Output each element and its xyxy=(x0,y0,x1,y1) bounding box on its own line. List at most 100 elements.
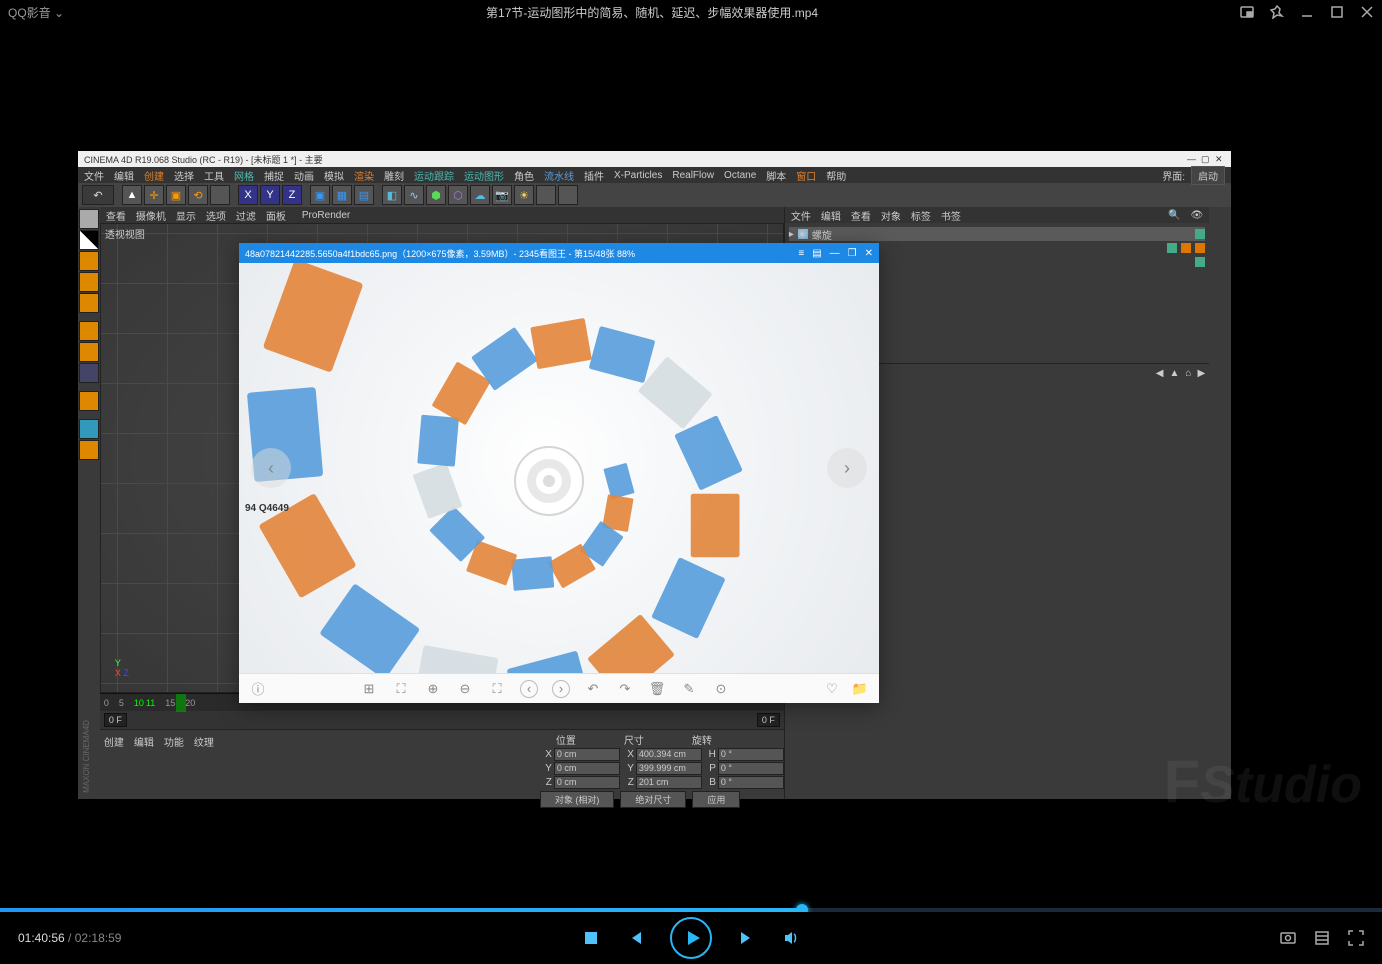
attr-nav-home-icon[interactable]: ⌂ xyxy=(1185,368,1191,382)
spiral-artwork xyxy=(239,263,879,673)
poly-mode[interactable] xyxy=(79,363,99,383)
mode-toolbar xyxy=(78,207,100,799)
attr-nav-prev-icon[interactable]: ◀ xyxy=(1156,368,1164,382)
prorender-label: ProRender xyxy=(302,210,350,221)
coordinates-panel: 位置 尺寸 旋转 X0 cmX400.394 cmH0 ° Y0 cmY399.… xyxy=(540,732,784,799)
screenshot-button[interactable] xyxy=(1280,930,1296,946)
iv-rotleft-icon[interactable]: ↶ xyxy=(584,680,602,698)
uv-mode[interactable] xyxy=(79,419,99,439)
floor-button[interactable] xyxy=(536,185,556,205)
c4d-menubar: 文件 编辑 创建 选择 工具 网格 捕捉 动画 模拟 渲染 雕刻 运动跟踪 运动… xyxy=(78,167,1231,183)
iv-toolbar: ⓘ ⊞ ⛶ ⊕ ⊖ ⛶ ‹ › ↶ ↷ 🗑 ✎ ⊙ ♡ 📁 xyxy=(239,673,879,703)
iv-next-button[interactable]: › xyxy=(827,448,867,488)
iv-restore-icon[interactable]: ❐ xyxy=(848,248,857,259)
iv-zoomout-icon[interactable]: ⊖ xyxy=(456,680,474,698)
last-tool[interactable] xyxy=(210,185,230,205)
scale-tool[interactable]: ▣ xyxy=(166,185,186,205)
coord-mode-combo[interactable]: 对象 (相对) xyxy=(540,791,615,808)
iv-prev-button[interactable]: ‹ xyxy=(251,448,291,488)
obj-row-spiral[interactable]: ▸ ◉ 螺旋 xyxy=(789,227,1205,241)
y-axis-toggle[interactable]: Y xyxy=(260,185,280,205)
prev-track-button[interactable] xyxy=(626,929,644,947)
settings-button[interactable] xyxy=(1314,930,1330,946)
iv-rotright-icon[interactable]: ↷ xyxy=(616,680,634,698)
iv-zoomin-icon[interactable]: ⊕ xyxy=(424,680,442,698)
cube-primitive-button[interactable]: ◧ xyxy=(382,185,402,205)
point-mode[interactable] xyxy=(79,321,99,341)
iv-opt-icon[interactable]: ▤ xyxy=(812,248,821,259)
deformer-button[interactable]: ⬡ xyxy=(448,185,468,205)
c4d-close-icon[interactable]: ✕ xyxy=(1215,154,1225,164)
attr-nav-up-icon[interactable]: ▲ xyxy=(1169,368,1179,382)
iv-heart-icon[interactable]: ♡ xyxy=(823,680,841,698)
right-toolbar xyxy=(1209,207,1231,799)
rotate-tool[interactable]: ⟲ xyxy=(188,185,208,205)
next-track-button[interactable] xyxy=(738,929,756,947)
render-pv-button[interactable]: ▦ xyxy=(332,185,352,205)
select-tool[interactable]: ▲ xyxy=(122,185,142,205)
frame-current[interactable]: 0 F xyxy=(757,713,780,727)
stop-button[interactable] xyxy=(582,929,600,947)
layout-label: 界面: xyxy=(1162,168,1185,183)
iv-fit-icon[interactable]: ⛶ xyxy=(392,680,410,698)
object-mode[interactable] xyxy=(79,272,99,292)
frame-start[interactable]: 0 F xyxy=(104,713,127,727)
play-button[interactable] xyxy=(670,917,712,959)
iv-min-icon[interactable]: — xyxy=(830,248,840,259)
iv-edit-icon[interactable]: ✎ xyxy=(680,680,698,698)
x-axis-toggle[interactable]: X xyxy=(238,185,258,205)
camera-button[interactable]: 📷 xyxy=(492,185,512,205)
env-button[interactable]: ☁ xyxy=(470,185,490,205)
fullscreen-button[interactable] xyxy=(1348,930,1364,946)
coord-apply-button[interactable]: 应用 xyxy=(692,791,740,808)
iv-menu-icon[interactable]: ≡ xyxy=(798,248,804,259)
iv-info-icon[interactable]: ⓘ xyxy=(249,680,267,698)
iv-watermark: 94 Q4649 xyxy=(245,503,289,514)
layout-combo[interactable]: 启动 xyxy=(1191,166,1225,185)
pin-icon[interactable] xyxy=(1270,5,1284,19)
model-mode[interactable] xyxy=(79,209,99,229)
iv-fullscreen-icon[interactable]: ⛶ xyxy=(488,680,506,698)
iv-prev2-button[interactable]: ‹ xyxy=(520,680,538,698)
video-title: 第17节-运动图形中的简易、随机、延迟、步幅效果器使用.mp4 xyxy=(64,4,1240,21)
snap-toggle[interactable] xyxy=(79,391,99,411)
spline-button[interactable]: ∿ xyxy=(404,185,424,205)
generator-button[interactable]: ⬢ xyxy=(426,185,446,205)
workplane-mode[interactable] xyxy=(79,251,99,271)
close-icon[interactable] xyxy=(1360,5,1374,19)
search-icon[interactable]: 🔍 xyxy=(1168,210,1180,221)
iv-folder-icon[interactable]: 📁 xyxy=(851,680,869,698)
iv-image-area[interactable]: ‹ › 94 Q4649 xyxy=(239,263,879,673)
iv-more-icon[interactable]: ⊙ xyxy=(712,680,730,698)
eye-icon[interactable]: 👁 xyxy=(1190,210,1203,221)
dropdown-icon[interactable]: ⌄ xyxy=(51,6,64,20)
axis-mode[interactable] xyxy=(79,293,99,313)
attr-nav-next-icon[interactable]: ▶ xyxy=(1197,368,1205,382)
uv-mode2[interactable] xyxy=(79,440,99,460)
video-watermark: FStudio xyxy=(1164,747,1362,816)
coord-size-combo[interactable]: 绝对尺寸 xyxy=(620,791,686,808)
undo-button[interactable]: ↶ xyxy=(82,185,114,205)
volume-button[interactable] xyxy=(782,929,800,947)
texture-mode[interactable] xyxy=(79,230,99,250)
c4d-maximize-icon[interactable]: ▢ xyxy=(1201,154,1211,164)
iv-close-icon[interactable]: ✕ xyxy=(865,248,873,259)
render-settings-button[interactable]: ▤ xyxy=(354,185,374,205)
light-button[interactable]: ☀ xyxy=(514,185,534,205)
pip-icon[interactable] xyxy=(1240,5,1254,19)
tag-button[interactable] xyxy=(558,185,578,205)
edge-mode[interactable] xyxy=(79,342,99,362)
render-button[interactable]: ▣ xyxy=(310,185,330,205)
iv-delete-icon[interactable]: 🗑 xyxy=(648,680,666,698)
iv-next2-button[interactable]: › xyxy=(552,680,570,698)
iv-title-text: 48a07821442285.5650a4f1bdc65.png（1200×67… xyxy=(245,247,635,260)
move-tool[interactable]: ✛ xyxy=(144,185,164,205)
axis-gizmo: Y X Z xyxy=(115,658,129,678)
app-name[interactable]: QQ影音 xyxy=(8,6,51,20)
maximize-icon[interactable] xyxy=(1330,5,1344,19)
z-axis-toggle[interactable]: Z xyxy=(282,185,302,205)
c4d-minimize-icon[interactable]: — xyxy=(1187,154,1197,164)
timeline-cursor[interactable] xyxy=(176,694,186,712)
minimize-icon[interactable] xyxy=(1300,5,1314,19)
iv-1to1-icon[interactable]: ⊞ xyxy=(360,680,378,698)
